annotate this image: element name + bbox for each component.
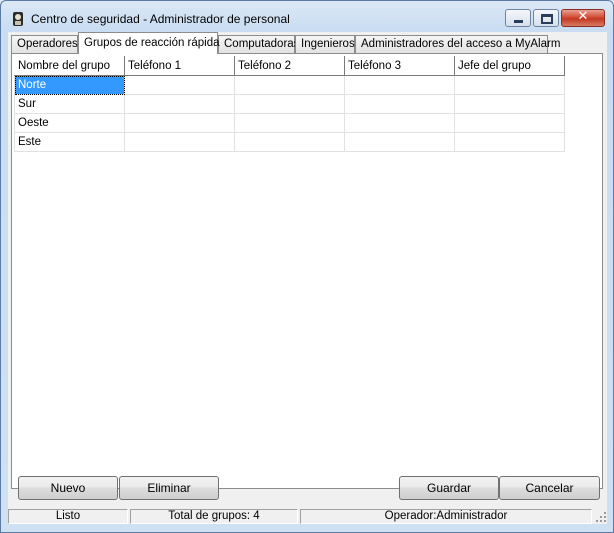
save-button[interactable]: Guardar [399, 476, 499, 500]
grid-cell[interactable] [234, 113, 345, 133]
column-header-telefono-1[interactable]: Teléfono 1 [124, 56, 235, 76]
grid-cell[interactable] [234, 75, 345, 95]
tab-panel: Nombre del grupo Teléfono 1 Teléfono 2 T… [11, 53, 603, 489]
status-state: Listo [8, 509, 128, 524]
grid-cell[interactable]: Este [14, 132, 125, 152]
shield-user-icon [13, 12, 23, 26]
client-area: Operadores Grupos de reacción rápida Com… [8, 32, 607, 524]
groups-grid[interactable]: Nombre del grupo Teléfono 1 Teléfono 2 T… [14, 56, 565, 152]
table-row[interactable]: Este [14, 132, 565, 152]
close-icon: ✕ [577, 9, 589, 24]
status-total-groups: Total de grupos: 4 [130, 509, 298, 524]
maximize-icon [541, 14, 553, 24]
grid-cell[interactable] [454, 113, 565, 133]
grid-cell[interactable] [124, 113, 235, 133]
grid-cell[interactable]: Oeste [14, 113, 125, 133]
grid-cell[interactable] [344, 132, 455, 152]
grid-header-row: Nombre del grupo Teléfono 1 Teléfono 2 T… [14, 56, 565, 76]
grid-cell[interactable] [454, 94, 565, 114]
status-operator: Operador:Administrador [300, 509, 592, 524]
column-header-jefe[interactable]: Jefe del grupo [454, 56, 565, 76]
tab-operadores[interactable]: Operadores [11, 35, 78, 53]
main-window: Centro de seguridad - Administrador de p… [0, 0, 614, 533]
table-row[interactable]: Oeste [14, 113, 565, 133]
grid-cell[interactable] [124, 132, 235, 152]
grid-cell[interactable] [454, 132, 565, 152]
new-button[interactable]: Nuevo [18, 476, 118, 500]
tab-grupos-reaccion-rapida[interactable]: Grupos de reacción rápida [78, 32, 220, 54]
window-title: Centro de seguridad - Administrador de p… [31, 12, 290, 26]
grid-cell[interactable]: Norte [14, 75, 125, 95]
grid-cell[interactable]: Sur [14, 94, 125, 114]
tab-ingenieros[interactable]: Ingenieros [295, 35, 355, 53]
title-bar[interactable]: Centro de seguridad - Administrador de p… [1, 1, 613, 35]
grid-cell[interactable] [234, 94, 345, 114]
maximize-button[interactable] [533, 9, 559, 27]
grid-cell[interactable] [344, 75, 455, 95]
status-bar: Listo Total de grupos: 4 Operador:Admini… [8, 509, 607, 524]
cancel-button[interactable]: Cancelar [499, 476, 600, 500]
grid-cell[interactable] [124, 75, 235, 95]
column-header-nombre[interactable]: Nombre del grupo [14, 56, 125, 76]
tab-strip: Operadores Grupos de reacción rápida Com… [8, 32, 607, 54]
grid-cell[interactable] [344, 94, 455, 114]
tab-administradores-myalarm[interactable]: Administradores del acceso a MyAlarm [355, 35, 560, 53]
grid-cell[interactable] [344, 113, 455, 133]
close-button[interactable]: ✕ [561, 9, 605, 27]
column-header-telefono-3[interactable]: Teléfono 3 [344, 56, 455, 76]
minimize-icon [514, 20, 523, 23]
tab-computadoras[interactable]: Computadoras [218, 35, 299, 53]
grid-cell[interactable] [454, 75, 565, 95]
table-row[interactable]: Norte [14, 75, 565, 95]
column-header-telefono-2[interactable]: Teléfono 2 [234, 56, 345, 76]
minimize-button[interactable] [505, 9, 531, 27]
delete-button[interactable]: Eliminar [119, 476, 219, 500]
grid-cell[interactable] [234, 132, 345, 152]
table-row[interactable]: Sur [14, 94, 565, 114]
grid-cell[interactable] [124, 94, 235, 114]
resize-grip-icon[interactable] [595, 511, 607, 523]
